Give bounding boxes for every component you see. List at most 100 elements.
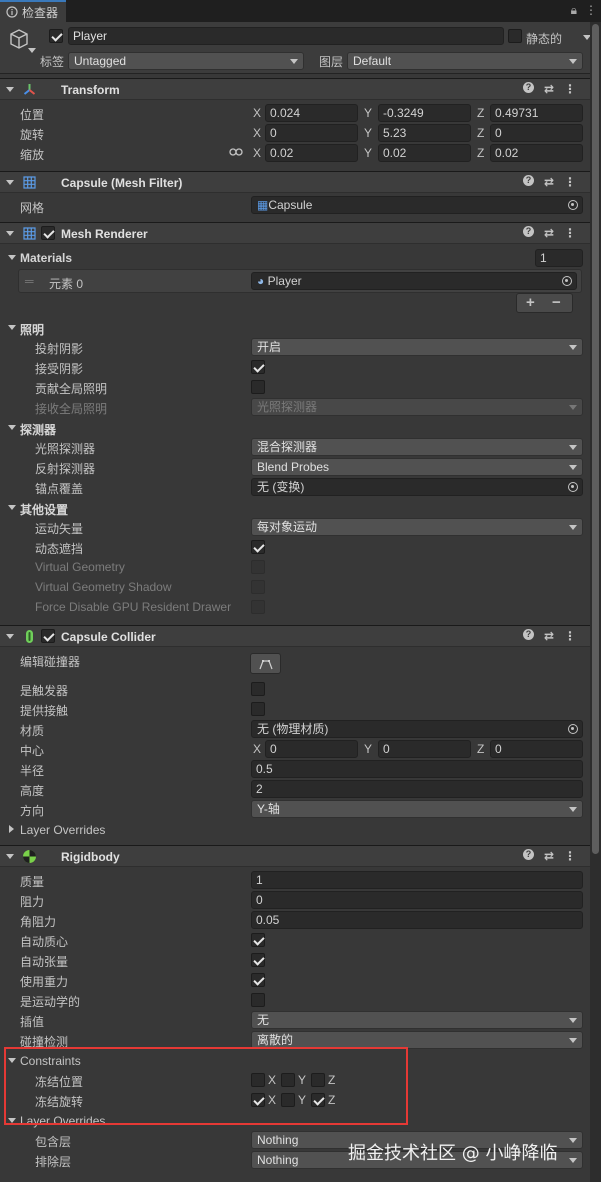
tab-inspector[interactable]: 检查器 (0, 0, 67, 22)
enabled-checkbox[interactable] (41, 226, 55, 240)
link-icon[interactable] (229, 147, 243, 157)
is-kinematic-checkbox[interactable] (251, 993, 265, 1007)
enabled-checkbox[interactable] (41, 629, 55, 643)
angular-drag-field[interactable]: 0.05 (251, 911, 583, 929)
fold-arrow-icon[interactable] (6, 87, 14, 92)
tag-dropdown[interactable]: Untagged (68, 52, 304, 70)
object-picker-icon[interactable] (568, 482, 578, 492)
presets-icon[interactable]: ⇄ (544, 175, 554, 189)
mass-field[interactable]: 1 (251, 871, 583, 889)
fold-arrow-icon[interactable] (9, 825, 14, 833)
transform-header[interactable]: Transform ? ⇄ ⋮ (0, 78, 590, 100)
more-menu-icon[interactable]: ⋮ (564, 629, 576, 643)
presets-icon[interactable]: ⇄ (544, 629, 554, 643)
materials-count-field[interactable]: 1 (535, 249, 583, 267)
additional-settings-section[interactable]: 其他设置 (20, 501, 68, 518)
help-icon[interactable]: ? (522, 849, 534, 860)
cast-shadows-dropdown[interactable]: 开启 (251, 338, 583, 356)
center-x-field[interactable]: 0 (265, 740, 358, 758)
presets-icon[interactable]: ⇄ (544, 849, 554, 863)
rigidbody-header[interactable]: Rigidbody ? ⇄ ⋮ (0, 845, 590, 867)
rotation-y-field[interactable]: 5.23 (378, 124, 471, 142)
fold-arrow-icon[interactable] (8, 255, 16, 260)
interpolate-dropdown[interactable]: 无 (251, 1011, 583, 1029)
lighting-section[interactable]: 照明 (20, 321, 44, 338)
is-trigger-checkbox[interactable] (251, 682, 265, 696)
rotation-x-field[interactable]: 0 (265, 124, 358, 142)
fold-arrow-icon[interactable] (6, 854, 14, 859)
help-icon[interactable]: ? (522, 82, 534, 93)
fold-arrow-icon[interactable] (6, 180, 14, 185)
help-icon[interactable]: ? (522, 175, 534, 186)
mesh-object-field[interactable]: ▦Capsule (251, 196, 583, 214)
rotation-z-field[interactable]: 0 (490, 124, 583, 142)
direction-dropdown[interactable]: Y-轴 (251, 800, 583, 818)
fold-arrow-icon[interactable] (6, 634, 14, 639)
layer-overrides-foldout[interactable]: Layer Overrides (20, 823, 105, 837)
more-menu-icon[interactable]: ⋮ (564, 82, 576, 96)
height-field[interactable]: 2 (251, 780, 583, 798)
help-icon[interactable]: ? (522, 226, 534, 237)
axis-y-label[interactable]: Y (364, 126, 372, 140)
more-menu-icon[interactable]: ⋮ (564, 226, 576, 240)
position-x-field[interactable]: 0.024 (265, 104, 358, 122)
dynamic-occlusion-checkbox[interactable] (251, 540, 265, 554)
more-menu-icon[interactable]: ⋮ (564, 175, 576, 189)
scrollbar-thumb[interactable] (592, 24, 599, 854)
scale-z-field[interactable]: 0.02 (490, 144, 583, 162)
fold-arrow-icon[interactable] (8, 425, 16, 430)
object-picker-icon[interactable] (568, 200, 578, 210)
receive-shadows-checkbox[interactable] (251, 360, 265, 374)
edit-collider-button[interactable] (250, 653, 281, 674)
center-y-field[interactable]: 0 (378, 740, 471, 758)
position-z-field[interactable]: 0.49731 (490, 104, 583, 122)
presets-icon[interactable]: ⇄ (544, 82, 554, 96)
static-checkbox[interactable] (508, 29, 522, 43)
fold-arrow-icon[interactable] (8, 325, 16, 330)
auto-tensor-checkbox[interactable] (251, 953, 265, 967)
mesh-renderer-header[interactable]: Mesh Renderer ? ⇄ ⋮ (0, 222, 590, 244)
more-menu-icon[interactable]: ⋮ (564, 849, 576, 863)
axis-y-label[interactable]: Y (364, 742, 372, 756)
scale-x-field[interactable]: 0.02 (265, 144, 358, 162)
radius-field[interactable]: 0.5 (251, 760, 583, 778)
capsule-collider-header[interactable]: Capsule Collider ? ⇄ ⋮ (0, 625, 590, 647)
material-object-field[interactable]: ◕ Player (251, 272, 577, 290)
reflection-probes-dropdown[interactable]: Blend Probes (251, 458, 583, 476)
axis-y-label[interactable]: Y (364, 106, 372, 120)
more-menu-icon[interactable]: ⋮ (585, 3, 597, 18)
axis-z-label[interactable]: Z (477, 742, 484, 756)
add-element-button[interactable]: + (526, 294, 535, 311)
axis-y-label[interactable]: Y (364, 146, 372, 160)
physic-material-field[interactable]: 无 (物理材质) (251, 720, 583, 738)
object-picker-icon[interactable] (562, 276, 572, 286)
help-icon[interactable]: ? (522, 629, 534, 640)
axis-z-label[interactable]: Z (477, 126, 484, 140)
axis-x-label[interactable]: X (253, 106, 261, 120)
remove-element-button[interactable]: − (552, 294, 561, 311)
fold-arrow-icon[interactable] (8, 505, 16, 510)
icon-dropdown-icon[interactable] (28, 48, 36, 53)
drag-field[interactable]: 0 (251, 891, 583, 909)
probes-section[interactable]: 探测器 (20, 421, 56, 438)
axis-z-label[interactable]: Z (477, 106, 484, 120)
use-gravity-checkbox[interactable] (251, 973, 265, 987)
center-z-field[interactable]: 0 (490, 740, 583, 758)
auto-center-of-mass-checkbox[interactable] (251, 933, 265, 947)
name-field[interactable]: Player (68, 27, 504, 45)
lock-icon[interactable]: 🔒︎ (571, 3, 577, 18)
scale-y-field[interactable]: 0.02 (378, 144, 471, 162)
presets-icon[interactable]: ⇄ (544, 226, 554, 240)
mesh-filter-header[interactable]: Capsule (Mesh Filter) ? ⇄ ⋮ (0, 171, 590, 193)
contribute-gi-checkbox[interactable] (251, 380, 265, 394)
light-probes-dropdown[interactable]: 混合探测器 (251, 438, 583, 456)
axis-x-label[interactable]: X (253, 742, 261, 756)
provides-contacts-checkbox[interactable] (251, 702, 265, 716)
drag-handle-icon[interactable]: ═ (25, 274, 34, 288)
axis-x-label[interactable]: X (253, 126, 261, 140)
object-picker-icon[interactable] (568, 724, 578, 734)
anchor-override-field[interactable]: 无 (变换) (251, 478, 583, 496)
materials-label[interactable]: Materials (20, 251, 72, 265)
axis-x-label[interactable]: X (253, 146, 261, 160)
active-checkbox[interactable] (49, 29, 63, 43)
